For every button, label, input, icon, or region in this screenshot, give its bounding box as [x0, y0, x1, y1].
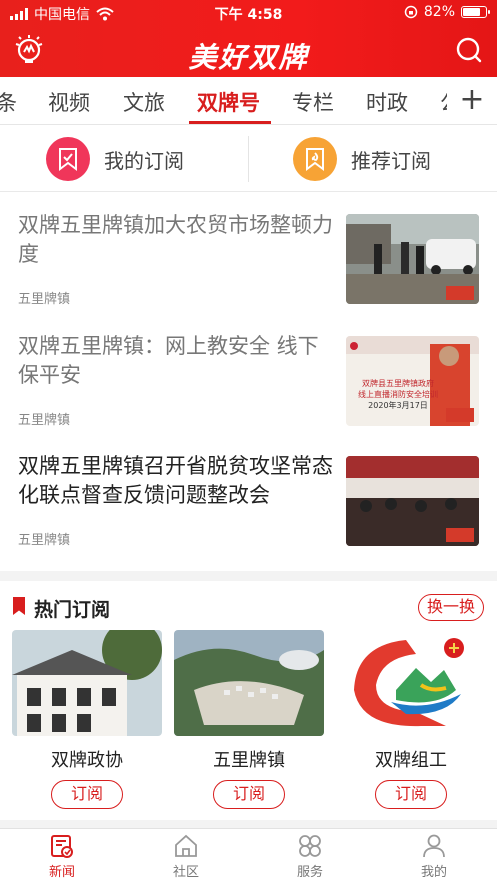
brand-title: 美好双牌 [188, 41, 309, 74]
news-source: 五里牌镇 [18, 533, 71, 548]
tab-column[interactable]: 专栏 [292, 87, 334, 117]
nav-label: 服务 [296, 865, 323, 880]
subscription-card[interactable]: 五里牌镇 订阅 [174, 630, 324, 809]
news-thumbnail [346, 214, 479, 304]
news-source: 五里牌镇 [18, 413, 71, 428]
card-image [12, 630, 162, 736]
list-item[interactable]: 双牌五里牌镇加大农贸市场整顿力度 五里牌镇 [0, 211, 497, 311]
subscription-card[interactable]: 双牌组工 订阅 [336, 630, 486, 809]
rotation-lock-icon [404, 5, 418, 19]
nav-label: 社区 [172, 865, 199, 880]
nav-label: 我的 [420, 865, 447, 880]
recommended-subscriptions-button[interactable]: 推荐订阅 [293, 126, 431, 192]
recommended-subscriptions-label: 推荐订阅 [351, 148, 431, 173]
search-icon[interactable] [455, 36, 483, 64]
news-source: 五里牌镇 [18, 292, 71, 307]
thumb-text: 双牌县五里牌镇政府 [362, 379, 434, 388]
my-subscriptions-button[interactable]: 我的订阅 [46, 126, 184, 192]
my-subscriptions-label: 我的订阅 [104, 148, 184, 173]
list-item[interactable]: 双牌五里牌镇：网上教安全 线下保平安 五里牌镇 双牌县五里牌镇政府 线上直播消防… [0, 332, 497, 432]
thumb-text: 线上直播消防安全培训 [358, 390, 438, 399]
person-icon [423, 834, 445, 858]
battery-percent: 82% [423, 4, 455, 20]
add-channel-button[interactable]: + [447, 77, 497, 124]
tab-culture-travel[interactable]: 文旅 [123, 87, 165, 117]
news-title: 双牌五里牌镇召开省脱贫攻坚常态化联点督查反馈问题整改会 [18, 454, 333, 507]
tab-shuangpai-account[interactable]: 双牌号 [197, 87, 260, 117]
bookmark-flag-icon [13, 597, 25, 615]
card-name: 双牌组工 [375, 750, 447, 771]
nav-label: 新闻 [48, 865, 75, 880]
refresh-button[interactable]: 换一换 [418, 594, 484, 621]
subscribe-button[interactable]: 订阅 [375, 780, 447, 809]
thumb-text: 2020年3月17日 [368, 401, 428, 410]
section-divider [0, 820, 497, 828]
news-title: 双牌五里牌镇：网上教安全 线下保平安 [18, 334, 319, 387]
house-icon [175, 834, 197, 857]
subscribe-button[interactable]: 订阅 [213, 780, 285, 809]
nav-community[interactable]: 社区 [124, 829, 248, 883]
section-divider [0, 571, 497, 581]
hot-subscriptions-title: 热门订阅 [34, 599, 111, 621]
bottom-nav: 新闻 社区 服务 我的 [0, 828, 497, 883]
app-header: 中国电信 下午 4:58 82% 美好双牌 [0, 0, 497, 77]
news-title: 双牌五里牌镇加大农贸市场整顿力度 [18, 213, 333, 266]
tab-video[interactable]: 视频 [48, 87, 90, 117]
tab-politics[interactable]: 时政 [366, 87, 408, 117]
subscribe-button[interactable]: 订阅 [51, 780, 123, 809]
list-item[interactable]: 双牌五里牌镇召开省脱贫攻坚常态化联点督查反馈问题整改会 五里牌镇 [0, 452, 497, 552]
nav-services[interactable]: 服务 [248, 829, 372, 883]
subscription-card[interactable]: 双牌政协 订阅 [12, 630, 162, 809]
card-image [174, 630, 324, 736]
status-bar: 中国电信 下午 4:58 82% [0, 0, 497, 26]
hot-subscriptions-header: 热门订阅 换一换 [0, 590, 497, 626]
news-icon [51, 835, 73, 858]
battery-icon [461, 6, 490, 18]
news-thumbnail [346, 456, 479, 546]
card-name: 双牌政协 [51, 750, 123, 771]
nav-profile[interactable]: 我的 [372, 829, 496, 883]
divider [248, 136, 249, 182]
channel-tabs: 条 视频 文旅 双牌号 专栏 时政 公 + [0, 77, 497, 125]
nav-news[interactable]: 新闻 [0, 829, 124, 883]
news-thumbnail: 双牌县五里牌镇政府 线上直播消防安全培训 2020年3月17日 [346, 336, 479, 426]
active-tab-indicator [189, 121, 271, 124]
card-image [336, 630, 486, 736]
tab-item[interactable]: 条 [0, 87, 17, 117]
bookmark-check-icon [46, 137, 90, 181]
grid-flower-icon [299, 835, 321, 857]
bookmark-flame-icon [293, 137, 337, 181]
subscribe-bar: 我的订阅 推荐订阅 [0, 126, 497, 192]
card-name: 五里牌镇 [213, 750, 285, 771]
